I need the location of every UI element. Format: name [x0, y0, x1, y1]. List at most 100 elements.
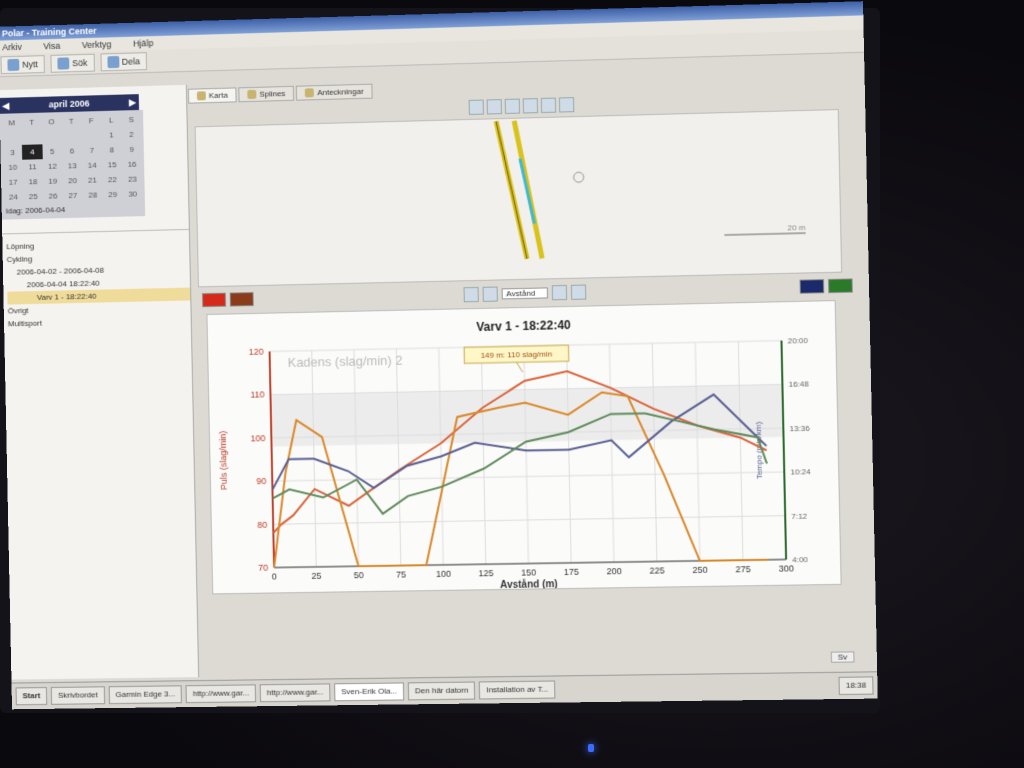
calendar-day[interactable]: 6	[62, 143, 82, 158]
new-icon	[7, 58, 20, 72]
color-picker-4[interactable]	[828, 278, 853, 294]
layers-icon[interactable]	[558, 97, 574, 113]
calendar-day[interactable]: 5	[42, 144, 62, 159]
right-tick-label: 16:48	[788, 380, 809, 390]
calendar-today[interactable]: Idag: 2006-04-04	[4, 201, 144, 217]
calendar-day[interactable]: 12	[42, 159, 62, 174]
calendar-day[interactable]: 17	[3, 175, 23, 190]
grid-line-x	[609, 344, 614, 562]
calendar-day[interactable]: 9	[122, 142, 142, 157]
calendar-day[interactable]: 10	[3, 160, 23, 175]
calendar-day[interactable]: 8	[102, 142, 122, 157]
tab-2[interactable]: Anteckningar	[296, 83, 373, 101]
tooltip-text: 149 m: 110 slag/min	[481, 349, 553, 360]
tab-0[interactable]: Karta	[187, 87, 237, 104]
taskbar-item[interactable]: http://www.gar...	[185, 684, 257, 704]
calendar-day[interactable]	[82, 128, 102, 143]
zone-band	[270, 384, 784, 447]
chart-view-icon[interactable]	[463, 286, 479, 303]
left-panel: ◀ april 2006 ▶ M T O T F L S 1 2 3 4 5 6 7 8 9 10 11 12 13 1…	[0, 84, 200, 680]
calendar-day[interactable]: 18	[23, 174, 43, 189]
next-month-icon[interactable]: ▶	[129, 97, 136, 108]
prev-month-icon[interactable]: ◀	[2, 100, 9, 111]
taskbar-item[interactable]: Garmin Edge 3...	[108, 685, 183, 705]
toolbar-button[interactable]: Sök	[50, 53, 95, 73]
taskbar-item[interactable]: http://www.gar...	[259, 683, 331, 703]
chart-line-icon[interactable]	[482, 286, 498, 302]
search-icon	[57, 57, 70, 70]
calendar-day[interactable]: 20	[63, 173, 83, 188]
calendar-day[interactable]: 3	[2, 145, 22, 160]
calendar-day[interactable]: 22	[102, 172, 122, 187]
calendar-day[interactable]: 16	[122, 157, 142, 172]
calendar-day[interactable]: 30	[123, 186, 143, 201]
calendar-day[interactable]: 27	[63, 188, 83, 203]
calendar-day[interactable]: 28	[83, 187, 103, 202]
map-icon	[196, 91, 206, 101]
tooltip-pointer	[517, 362, 523, 372]
calendar-day[interactable]: 23	[122, 171, 142, 186]
grid-line-x	[738, 342, 743, 561]
calendar-day[interactable]: 13	[62, 158, 82, 173]
menu-item[interactable]: Visa	[43, 39, 60, 53]
calendar-day[interactable]	[2, 130, 22, 145]
map-view[interactable]: 20 m	[194, 109, 843, 288]
zoom-in-icon[interactable]	[486, 99, 502, 115]
calendar-day[interactable]: 4	[22, 144, 43, 160]
zoom-out-icon[interactable]	[504, 98, 520, 115]
menu-item[interactable]: Arkiv	[2, 40, 22, 54]
tab-1[interactable]: Splines	[238, 85, 295, 103]
calendar-day[interactable]: 15	[102, 157, 122, 172]
tree-item[interactable]: Multisport	[8, 313, 191, 330]
calendar-day[interactable]: 2	[121, 127, 141, 142]
session-tree: Löpning Cykling 2006-04-02 - 2006-04-08 200…	[2, 228, 191, 331]
menu-item[interactable]: Verktyg	[82, 37, 112, 52]
calendar-day[interactable]: 26	[43, 188, 63, 203]
calendar-day[interactable]: 29	[103, 187, 123, 202]
taskbar-item[interactable]: Sven-Erik Ola...	[334, 682, 405, 702]
x-axis-select[interactable]: Avstånd	[501, 287, 549, 300]
calendar-day[interactable]: 7	[82, 143, 102, 158]
grid-line-y	[273, 516, 785, 525]
notes-icon	[305, 88, 315, 98]
status-lang: Sv	[830, 651, 855, 663]
right-tick-label: 4:00	[792, 555, 809, 564]
menu-item[interactable]: Hjälp	[133, 36, 153, 50]
color-picker-3[interactable]	[799, 279, 825, 294]
calendar-day[interactable]: 19	[43, 174, 63, 189]
taskbar-item[interactable]: Skrivbordet	[50, 686, 105, 705]
fit-icon[interactable]	[540, 97, 556, 114]
color-picker-2[interactable]	[229, 292, 254, 307]
calendar-day[interactable]: 25	[23, 189, 43, 204]
right-tick-label: 13:36	[789, 424, 810, 434]
toolbar-button[interactable]: Nytt	[0, 55, 45, 75]
weekday: M	[8, 118, 16, 128]
track-svg	[196, 110, 842, 286]
search-chart-icon[interactable]	[571, 284, 587, 300]
search-map-icon[interactable]	[522, 98, 538, 114]
calendar-day[interactable]	[42, 129, 62, 144]
y-tick-label: 70	[258, 563, 268, 573]
taskbar-item[interactable]: Den här datorn	[407, 681, 476, 701]
zoom-chart-icon[interactable]	[552, 284, 568, 301]
calendar-day[interactable]: 21	[82, 172, 102, 187]
start-button[interactable]: Start	[15, 687, 48, 706]
calendar: M T O T F L S 1 2 3 4 5 6 7 8 9 10 11 12 13 14 15 16 17 18 19 20 21…	[0, 109, 146, 220]
color-picker-1[interactable]	[202, 292, 227, 308]
right-tick-label: 10:24	[790, 467, 811, 477]
calendar-day[interactable]	[22, 129, 42, 144]
calendar-day[interactable]: 11	[22, 159, 42, 174]
calendar-day[interactable]: 1	[101, 127, 121, 142]
x-tick-label: 50	[354, 570, 364, 580]
pan-icon[interactable]	[468, 99, 484, 115]
calendar-day[interactable]: 24	[3, 189, 23, 204]
calendar-day[interactable]	[62, 128, 82, 143]
grid-line-y	[272, 472, 784, 481]
x-tick-label: 25	[311, 571, 321, 581]
taskbar-item[interactable]: Installation av T...	[479, 680, 556, 700]
chart-panel[interactable]: 0 25 50 75 100 125 150 175 200 225 250 275 300 70 80 90…	[206, 300, 842, 595]
calendar-day[interactable]: 14	[82, 158, 102, 173]
spline-icon	[247, 89, 257, 100]
toolbar-button[interactable]: Dela	[100, 52, 148, 72]
grid-line-x	[354, 350, 359, 567]
